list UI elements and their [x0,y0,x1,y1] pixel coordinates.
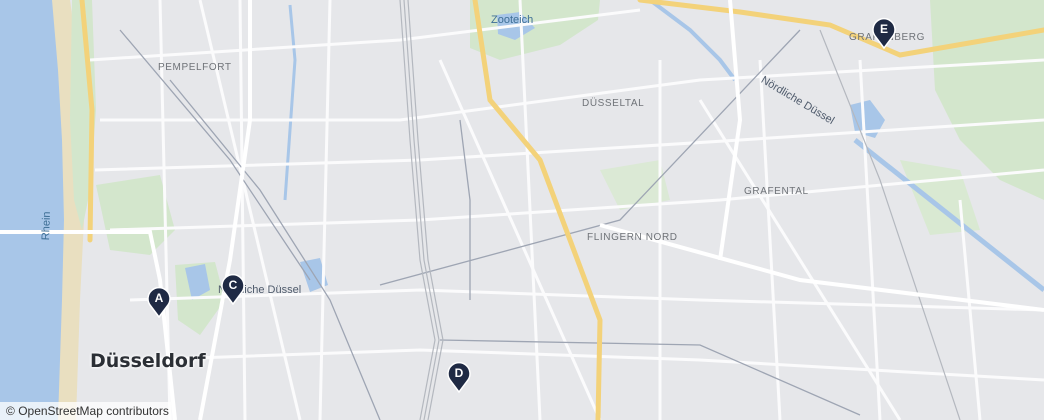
marker-label: E [879,22,888,36]
map-marker-c[interactable]: C [220,273,246,305]
map-marker-e[interactable]: E [871,17,897,49]
map-marker-d[interactable]: D [446,361,472,393]
map-view[interactable]: PEMPELFORT DÜSSELTAL GRAFENTAL FLINGERN … [0,0,1044,420]
map-attribution: © OpenStreetMap contributors [0,402,175,420]
lake-label-zooteich: Zooteich [491,14,534,26]
marker-label: D [454,366,464,380]
map-marker-a[interactable]: A [146,286,172,318]
district-label-duesseltal: DÜSSELTAL [582,98,645,109]
city-label: Düsseldorf [90,350,206,372]
copyright-icon: © [6,404,15,418]
marker-label: C [228,278,238,292]
district-label-flingern-nord: FLINGERN NORD [587,232,678,243]
district-label-grafental: GRAFENTAL [744,186,809,197]
marker-label: A [154,291,164,305]
osm-attribution-link[interactable]: OpenStreetMap contributors [18,404,169,418]
rhein-river [0,0,64,420]
district-label-pempelfort: PEMPELFORT [158,62,232,73]
river-label-rhein: Rhein [40,211,53,241]
